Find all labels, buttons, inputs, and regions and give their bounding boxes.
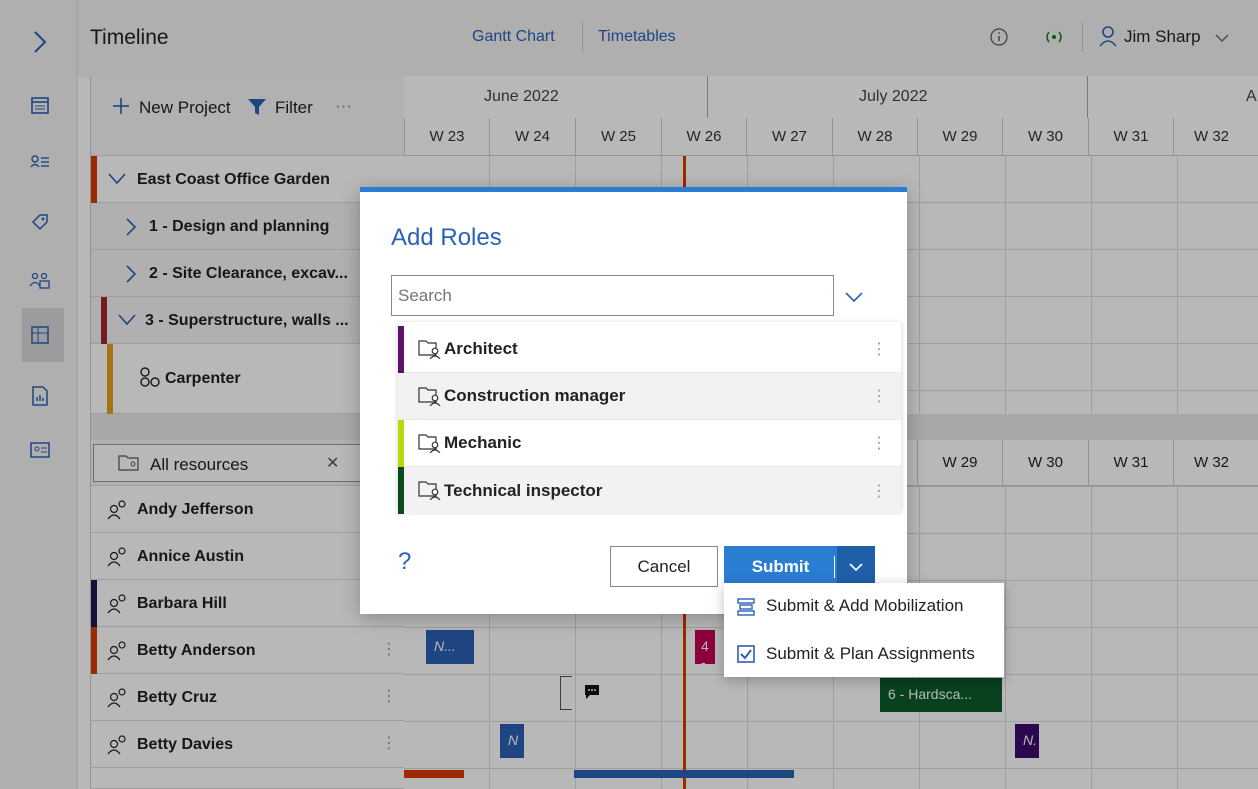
checkbox-checked-icon [736,644,756,669]
menu-item-label: Submit & Plan Assignments [766,644,975,663]
cancel-button[interactable]: Cancel [610,546,718,587]
search-input[interactable] [391,275,834,316]
role-folder-icon [418,386,442,411]
role-color-bar [398,467,404,514]
submit-button[interactable]: Submit [724,546,837,587]
add-roles-dialog: Add Roles Architect ⋮ Construction manag… [360,187,907,614]
role-color-bar [398,326,404,373]
role-item-mechanic[interactable]: Mechanic ⋮ [398,420,901,467]
role-folder-icon [418,480,442,505]
menu-item-label: Submit & Add Mobilization [766,596,964,615]
submit-dropdown-button[interactable] [837,546,875,587]
role-folder-icon [418,433,442,458]
submit-options-menu: Submit & Add Mobilization Submit & Plan … [724,583,1004,677]
role-color-bar [398,420,404,467]
role-folder-icon [418,339,442,364]
dialog-title: Add Roles [391,224,502,251]
role-more-icon[interactable]: ⋮ [871,386,887,406]
role-more-icon[interactable]: ⋮ [871,481,887,501]
role-name: Mechanic [444,433,522,452]
role-item-technical-inspector[interactable]: Technical inspector ⋮ [398,467,901,514]
search-chevron-down-icon[interactable] [844,290,864,308]
role-item-construction-manager[interactable]: Construction manager ⋮ [398,373,901,420]
role-name: Architect [444,339,518,358]
role-name: Construction manager [444,386,626,405]
role-item-architect[interactable]: Architect ⋮ [398,326,901,373]
help-icon[interactable]: ? [398,548,411,576]
mobilization-icon [736,597,756,622]
menu-item-submit-add-mobilization[interactable]: Submit & Add Mobilization [724,583,1004,629]
role-more-icon[interactable]: ⋮ [871,339,887,359]
chevron-down-icon [849,562,863,571]
split-divider [834,556,835,578]
menu-item-submit-plan-assignments[interactable]: Submit & Plan Assignments [724,631,1004,677]
role-name: Technical inspector [444,480,603,500]
role-more-icon[interactable]: ⋮ [871,433,887,453]
